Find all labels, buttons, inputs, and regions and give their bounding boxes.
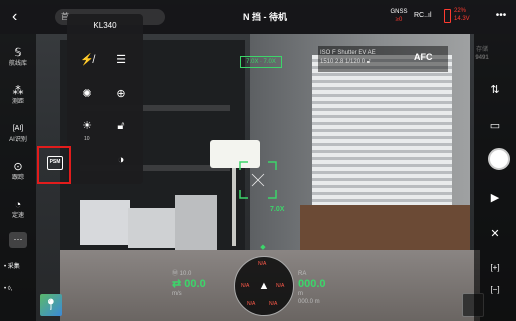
sidebar-item-tracking[interactable]: ⊙ 跟踪	[0, 160, 36, 188]
shutter-button[interactable]	[488, 148, 510, 170]
left-toolbar: 𝕊 航线库 ⁂ 测距 [AI] AI识别 ⊙ 跟踪 ◔ 定速 ··· • 采集 …	[0, 34, 36, 321]
compass-label: N/A	[241, 283, 250, 289]
sidebar-item-label: 航线库	[8, 61, 27, 67]
zoom-label: 7.0X	[270, 206, 285, 213]
no-flash-icon[interactable]: ⚡̸	[77, 50, 97, 70]
compass-label: N/A	[247, 301, 256, 307]
wind-readout: Ⓦ 10.0	[172, 271, 192, 277]
speed-unit: m/s	[172, 291, 182, 297]
sidebar-item-label: 测距	[11, 99, 24, 105]
scene-box	[128, 208, 178, 248]
scene-box	[80, 200, 130, 245]
afc-label: AFC	[414, 52, 433, 62]
speed-icon: ◔	[14, 199, 22, 211]
scene-lamp-stem	[232, 168, 236, 246]
collection-toggle[interactable]: • 采集	[4, 262, 34, 272]
route-icon: 𝕊	[14, 47, 22, 59]
scene-box	[175, 195, 217, 250]
gimbal-icon[interactable]: ✕	[486, 226, 504, 242]
zoom-plus-icon[interactable]: [+]	[486, 260, 504, 276]
chevron-left-icon: ‹	[12, 8, 18, 25]
ai-recognition-icon: [AI]	[12, 125, 24, 132]
playback-icon[interactable]: ▶	[486, 190, 504, 206]
sidebar-item-route-library[interactable]: 𝕊 航线库	[0, 46, 36, 74]
psm-button[interactable]: PSM	[37, 146, 71, 184]
altitude-value: 000.0	[298, 278, 326, 290]
compass-label: N/A	[258, 261, 267, 267]
right-toolbar: ⇅ ▭ ▶ ✕ [+] [−]	[474, 34, 516, 321]
more-options-button[interactable]: •••	[494, 10, 508, 22]
speed-value: ⇄ 00.0	[172, 278, 206, 290]
focus-icon[interactable]: ⊕	[111, 84, 131, 104]
sun-value: 10	[84, 136, 90, 142]
tracking-icon: ⊙	[13, 161, 23, 173]
sidebar-item-cruise-speed[interactable]: ◔ 定速	[0, 198, 36, 226]
psm-icon: PSM	[47, 156, 63, 170]
compass-label: N/A	[269, 301, 278, 307]
adjust-icon[interactable]: ⇅	[486, 82, 504, 98]
back-button[interactable]: ‹	[12, 9, 28, 25]
metering-icon: ⁂	[12, 85, 24, 97]
sidebar-item-label: 定速	[11, 213, 24, 219]
rc-signal-indicator[interactable]: RC..ıl	[414, 10, 436, 22]
gnss-indicator[interactable]: GNSS ≥0	[388, 8, 410, 28]
battery-voltage: 14.3V	[454, 16, 470, 22]
sidebar-item-label: 跟踪	[11, 175, 24, 181]
center-reticle-icon	[239, 161, 277, 199]
heading-marker: ◆	[260, 244, 266, 251]
params-header: ISO F Shutter EV AE	[320, 50, 376, 56]
brightness-icon[interactable]: ✺	[77, 84, 97, 104]
camera-params-panel[interactable]: ISO F Shutter EV AE 1510 2.8 1/120 0 🔓︎ …	[318, 46, 448, 72]
map-pin-icon: 📍︎	[44, 299, 58, 311]
map-thumbnail[interactable]: 📍︎	[40, 294, 62, 316]
list-icon[interactable]: ☰	[111, 50, 131, 70]
altitude-unit: m	[298, 291, 303, 297]
popup-title: KL340	[93, 21, 117, 30]
zoom-minus-icon[interactable]: [−]	[486, 282, 504, 298]
half-circle-icon[interactable]: ◑	[111, 150, 131, 170]
drone-camera-app: { "topbar": { "back_icon": "chevron-left…	[0, 0, 516, 321]
altitude-telemetry: RA 000.0 m 000.0 m	[298, 270, 358, 305]
sidebar-item-ranging[interactable]: ⁂ 测距	[0, 84, 36, 112]
sidebar-item-ai-recognition[interactable]: [AI] AI识别	[0, 122, 36, 150]
speed-telemetry: Ⓦ 10.0 ⇄ 00.0 m/s	[172, 270, 227, 300]
sun-icon[interactable]: ☀	[77, 116, 97, 136]
more-tools-button[interactable]: ···	[9, 232, 27, 248]
battery-percent: 22%	[454, 8, 467, 14]
battery-icon	[444, 9, 451, 23]
compass-attitude-indicator[interactable]: N/A N/A N/A N/A N/A ▲	[234, 256, 294, 316]
camera-mode-icon[interactable]: ▭	[486, 118, 504, 134]
compass-label: N/A	[276, 283, 285, 289]
arrows-toggle[interactable]: • ◊,	[4, 284, 34, 294]
gnss-label: GNSS	[390, 9, 408, 15]
aircraft-heading-icon: ▲	[258, 280, 270, 292]
sidebar-item-label: AI识别	[9, 137, 27, 143]
unlock-icon[interactable]: 🔓︎	[111, 116, 131, 136]
gnss-value: ≥0	[395, 17, 403, 23]
params-values: 1510 2.8 1/120 0 🔓︎	[320, 59, 371, 65]
flight-mode-title: N 挡 - 待机	[243, 12, 287, 22]
camera-settings-popup: KL340 ⚡̸ ☰ ✺ ⊕ ☀ 10 🔓︎ ◑	[67, 14, 143, 184]
scene-window-blinds	[312, 55, 452, 215]
battery-indicator[interactable]: 22% 14.3V	[444, 7, 484, 29]
distance-value: 000.0 m	[298, 299, 320, 305]
altitude-label: RA	[298, 271, 307, 277]
zoom-box-indicator: 7.0X ∙ 7.0X	[240, 56, 282, 68]
